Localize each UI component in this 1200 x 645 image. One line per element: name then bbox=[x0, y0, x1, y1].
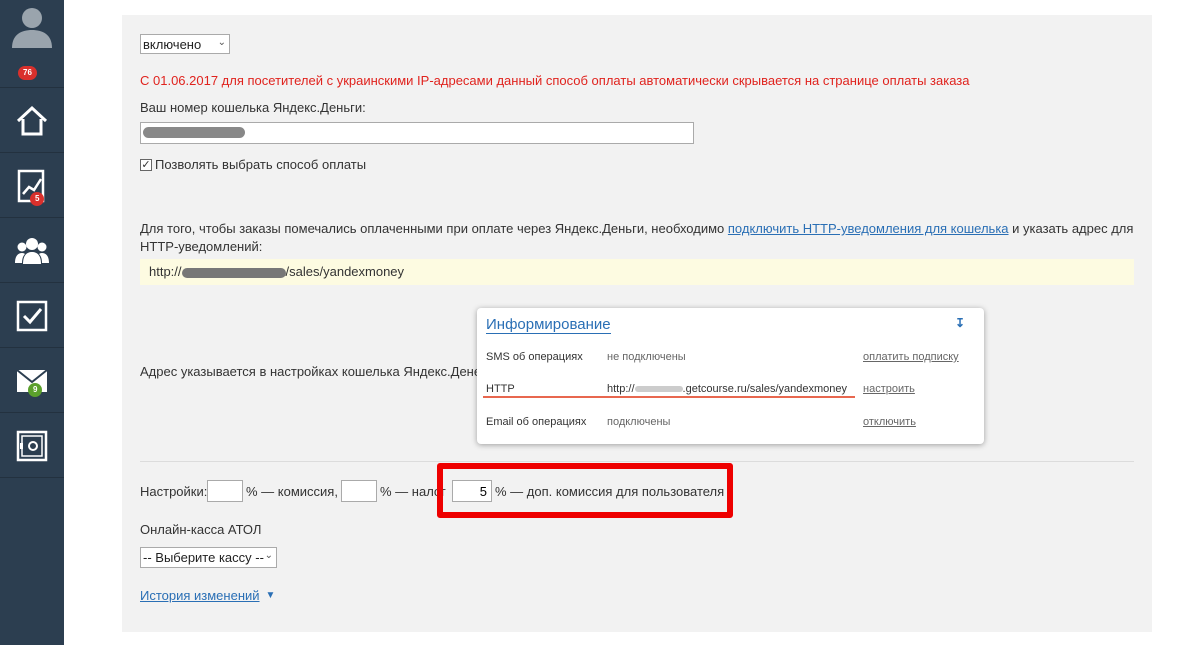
kassa-label: Онлайн-касса АТОЛ bbox=[140, 522, 262, 537]
notification-badge: 76 bbox=[18, 66, 37, 80]
card-row-name: SMS об операциях bbox=[486, 351, 583, 363]
card-row-name: HTTP bbox=[486, 383, 515, 395]
settings-label: Настройки: bbox=[140, 484, 208, 499]
checkbox-icon bbox=[16, 300, 48, 331]
card-row-name: Email об операциях bbox=[486, 416, 587, 428]
http-notification-note: Для того, чтобы заказы помечались оплаче… bbox=[140, 220, 1140, 256]
card-row-value: подключены bbox=[607, 416, 671, 428]
address-label: Адрес указывается в настройках кошелька … bbox=[140, 364, 490, 379]
commission-suffix: % — комиссия, bbox=[246, 484, 338, 499]
user-avatar-icon bbox=[12, 8, 52, 48]
chevron-down-icon: ⌄ bbox=[217, 37, 226, 48]
divider bbox=[140, 461, 1134, 462]
url-prefix: http:// bbox=[149, 264, 182, 279]
http-url-box[interactable]: http:// /sales/yandexmoney bbox=[140, 259, 1134, 285]
users-icon bbox=[15, 237, 49, 264]
history-link[interactable]: История изменений bbox=[140, 588, 260, 603]
card-title: Информирование bbox=[486, 316, 611, 334]
yandex-info-card: Информирование ↧ SMS об операциях не под… bbox=[477, 308, 984, 444]
allow-choice-checkbox[interactable]: ✓ bbox=[140, 158, 152, 171]
redacted-wallet-number bbox=[143, 127, 245, 138]
http-note-prefix: Для того, чтобы заказы помечались оплаче… bbox=[140, 221, 728, 236]
wallet-label: Ваш номер кошелька Яндекс.Деньги: bbox=[140, 100, 366, 115]
sidebar-item-statistics[interactable]: 5 bbox=[0, 154, 64, 218]
payment-settings-panel: включено ⌄ С 01.06.2017 для посетителей … bbox=[122, 15, 1152, 632]
kassa-select[interactable]: -- Выберите кассу -- bbox=[140, 547, 277, 568]
sidebar-item-home[interactable] bbox=[0, 89, 64, 153]
collapse-icon[interactable]: ↧ bbox=[955, 316, 965, 330]
allow-choice-row: ✓ Позволять выбрать способ оплаты bbox=[140, 157, 366, 172]
connect-http-link[interactable]: подключить HTTP-уведомления для кошелька bbox=[728, 221, 1009, 236]
sidebar-item-messages[interactable]: 9 bbox=[0, 349, 64, 413]
highlight-box bbox=[437, 463, 733, 518]
chevron-down-icon: ⌄ bbox=[264, 550, 273, 561]
sidebar-item-profile[interactable]: 76 bbox=[0, 0, 64, 88]
messages-badge: 9 bbox=[28, 383, 43, 397]
card-row-action[interactable]: оплатить подписку bbox=[863, 351, 959, 363]
url-suffix: /sales/yandexmoney bbox=[285, 264, 405, 279]
sidebar-item-users[interactable] bbox=[0, 219, 64, 283]
status-select-wrapper: включено ⌄ bbox=[140, 34, 230, 54]
allow-choice-label: Позволять выбрать способ оплаты bbox=[155, 157, 367, 172]
kassa-select-wrapper: -- Выберите кассу -- ⌄ bbox=[140, 547, 277, 568]
tax-input[interactable] bbox=[341, 480, 377, 502]
http-underline bbox=[483, 396, 855, 398]
sidebar: 76 5 9 bbox=[0, 0, 64, 645]
card-row-action[interactable]: настроить bbox=[863, 383, 915, 395]
card-row-value: http://.getcourse.ru/sales/yandexmoney bbox=[607, 383, 848, 395]
card-row-action[interactable]: отключить bbox=[863, 416, 916, 428]
commission-input[interactable] bbox=[207, 480, 243, 502]
status-select[interactable]: включено bbox=[140, 34, 230, 54]
statistics-badge: 5 bbox=[30, 192, 45, 206]
warning-text: С 01.06.2017 для посетителей с украински… bbox=[140, 73, 970, 88]
redacted-subdomain bbox=[634, 386, 683, 393]
sidebar-item-tasks[interactable] bbox=[0, 284, 64, 348]
wallet-number-input[interactable] bbox=[140, 122, 694, 144]
history-row: История изменений ▼ bbox=[140, 588, 275, 603]
sidebar-item-settings[interactable] bbox=[0, 414, 64, 478]
card-row-value: не подключены bbox=[607, 351, 686, 363]
caret-down-icon[interactable]: ▼ bbox=[266, 590, 276, 601]
redacted-domain bbox=[181, 267, 286, 278]
safe-icon bbox=[16, 430, 48, 461]
home-icon bbox=[16, 105, 48, 135]
